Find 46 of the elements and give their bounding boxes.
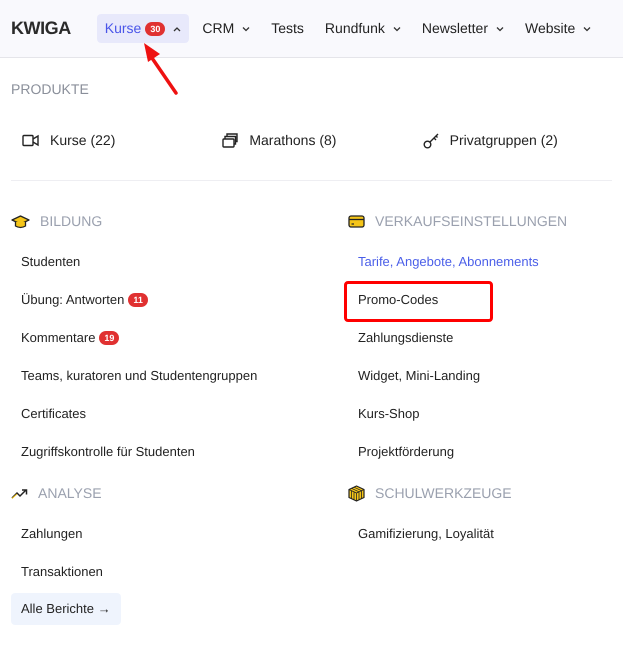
chevron-down-icon	[242, 26, 250, 32]
section-heading: SCHULWERKZEUGE	[375, 484, 512, 503]
count-badge: 19	[99, 331, 120, 345]
section-heading: PRODUKTE	[11, 80, 90, 99]
nav-menu-item[interactable]: Newsletter	[414, 14, 512, 43]
menu-link[interactable]: Zugriffskontrolle für Studenten	[11, 441, 195, 463]
chevron-down-icon	[392, 26, 401, 32]
section-heading: BILDUNG	[40, 212, 102, 231]
stacked-cards-icon	[222, 133, 238, 148]
count-badge: 30	[145, 22, 166, 36]
nav-menu-item[interactable]: Website	[517, 14, 600, 43]
menu-link[interactable]: Projektförderung	[348, 441, 454, 463]
chevron-down-icon	[496, 26, 504, 32]
menu-link[interactable]: Teams, kuratoren und Studentengruppen	[11, 365, 258, 387]
menu-link[interactable]: Gamifizierung, Loyalität	[348, 523, 494, 545]
logo: KWIGA	[11, 17, 71, 40]
credit-card-icon	[348, 215, 365, 228]
chevron-down-icon	[583, 26, 592, 32]
menu-link[interactable]: Tarife, Angebote, Abonnements	[348, 251, 539, 273]
menu-link[interactable]: Übung: Antworten 11	[11, 289, 148, 311]
section-heading: VERKAUFSEINSTELLUNGEN	[375, 212, 568, 231]
nav-menu-item[interactable]: Kurse 30	[96, 14, 190, 43]
menu-link[interactable]: Certificates	[11, 403, 86, 425]
menu-link[interactable]: Transaktionen	[11, 561, 103, 583]
menu-link[interactable]: Zahlungen	[11, 523, 82, 545]
menu-link[interactable]: Widget, Mini-Landing	[348, 365, 480, 387]
menu-link[interactable]: Studenten	[11, 251, 80, 273]
trend-up-icon	[11, 488, 28, 499]
all-reports-button[interactable]: Alle Berichte →	[11, 593, 121, 624]
menu-link[interactable]: Kurs-Shop	[348, 403, 420, 425]
key-icon	[422, 132, 439, 148]
menu-link[interactable]: Zahlungsdienste	[348, 327, 454, 349]
section-heading: ANALYSE	[38, 484, 102, 503]
nav-menu-item[interactable]: CRM	[194, 14, 258, 43]
count-badge: 11	[128, 293, 148, 307]
nav-menu-item[interactable]: Rundfunk	[316, 14, 409, 43]
video-camera-icon	[22, 134, 39, 147]
product-link[interactable]: Privatgruppen (2)	[412, 130, 612, 151]
product-link[interactable]: Kurse (22)	[11, 130, 212, 151]
product-link[interactable]: Marathons (8)	[211, 130, 412, 151]
menu-link[interactable]: Promo-Codes	[348, 289, 438, 311]
graduation-cap-icon	[11, 214, 30, 228]
chevron-up-icon	[173, 26, 182, 32]
nav-menu-item[interactable]: Tests	[263, 14, 312, 43]
menu-link[interactable]: Kommentare 19	[11, 327, 120, 349]
cube-icon	[348, 485, 365, 502]
